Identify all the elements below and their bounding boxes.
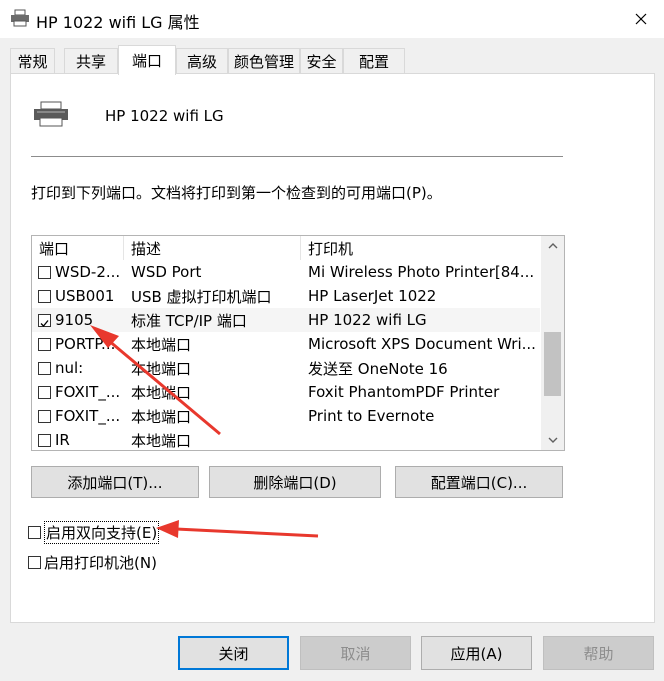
port-cell: FOXIT_... (55, 383, 121, 401)
printer-pooling-label: 启用打印机池(N) (44, 554, 157, 572)
tab-general[interactable]: 常规 (10, 48, 55, 74)
table-row[interactable]: USB001 USB 虚拟打印机端口 HP LaserJet 1022 (32, 284, 540, 308)
checkbox[interactable] (28, 556, 41, 569)
tab-ports[interactable]: 端口 (118, 45, 176, 75)
description-cell: 本地端口 (131, 383, 192, 402)
printer-cell: Foxit PhantomPDF Printer (308, 383, 500, 401)
port-cell: IR (55, 431, 70, 449)
close-icon[interactable] (626, 4, 656, 34)
printer-cell: 发送至 OneNote 16 (308, 359, 448, 378)
printer-cell: Print to Evernote (308, 407, 435, 425)
apply-button[interactable]: 应用(A) (421, 636, 532, 670)
scroll-up-icon[interactable] (541, 236, 564, 256)
bidirectional-support-checkbox[interactable]: 启用双向支持(E) (28, 521, 160, 544)
description-cell: 本地端口 (131, 359, 192, 378)
table-row[interactable]: IR 本地端口 (32, 428, 540, 450)
printer-cell: Mi Wireless Photo Printer[84... (308, 263, 535, 281)
help-button[interactable]: 帮助 (543, 636, 654, 670)
instruction-text: 打印到下列端口。文档将打印到第一个检查到的可用端口(P)。 (31, 184, 442, 202)
checkbox[interactable] (38, 290, 51, 303)
configure-port-button[interactable]: 配置端口(C)... (395, 466, 563, 498)
add-port-button[interactable]: 添加端口(T)... (31, 466, 199, 498)
close-button[interactable]: 关闭 (178, 636, 289, 670)
printer-cell: Microsoft XPS Document Wri... (308, 335, 536, 353)
description-cell: USB 虚拟打印机端口 (131, 287, 272, 306)
window-title: HP 1022 wifi LG 属性 (36, 13, 200, 32)
printer-name: HP 1022 wifi LG (105, 107, 224, 125)
table-row[interactable]: 9105 标准 TCP/IP 端口 HP 1022 wifi LG (32, 308, 540, 332)
cancel-button[interactable]: 取消 (300, 636, 411, 670)
checkbox[interactable] (28, 526, 41, 539)
printer-cell: HP 1022 wifi LG (308, 311, 427, 329)
tab-security[interactable]: 安全 (300, 48, 343, 74)
checkbox[interactable] (38, 338, 51, 351)
port-cell: PORTP... (55, 335, 116, 353)
description-cell: 本地端口 (131, 335, 192, 354)
port-cell: FOXIT_... (55, 407, 121, 425)
vertical-scrollbar[interactable] (541, 236, 564, 450)
tab-advanced[interactable]: 高级 (176, 48, 228, 74)
table-row[interactable]: nul: 本地端口 发送至 OneNote 16 (32, 356, 540, 380)
checkbox-checked[interactable] (38, 314, 51, 327)
printer-icon (11, 9, 29, 27)
checkbox[interactable] (38, 386, 51, 399)
checkbox[interactable] (38, 266, 51, 279)
title-bar: HP 1022 wifi LG 属性 (0, 0, 664, 38)
table-row[interactable]: FOXIT_... 本地端口 Print to Evernote (32, 404, 540, 428)
column-header-description[interactable]: 描述 (124, 236, 301, 260)
separator (31, 156, 563, 157)
printer-pooling-checkbox[interactable]: 启用打印机池(N) (28, 552, 157, 573)
checkbox[interactable] (38, 410, 51, 423)
printer-cell (308, 428, 538, 450)
column-header-printer[interactable]: 打印机 (301, 236, 540, 260)
tab-sharing[interactable]: 共享 (64, 48, 118, 74)
port-list[interactable]: 端口 描述 打印机 WSD-2... WSD Port Mi Wireless Ph… (31, 235, 565, 451)
column-header-port[interactable]: 端口 (32, 236, 124, 260)
checkbox[interactable] (38, 362, 51, 375)
description-cell: 本地端口 (131, 431, 192, 450)
tab-configuration[interactable]: 配置 (343, 48, 405, 74)
port-cell: WSD-2... (55, 263, 121, 281)
printer-icon (34, 101, 68, 127)
delete-port-button[interactable]: 删除端口(D) (209, 466, 381, 498)
port-list-header: 端口 描述 打印机 (32, 236, 540, 260)
scrollbar-thumb[interactable] (544, 332, 561, 396)
port-cell: nul: (55, 359, 84, 377)
table-row[interactable]: FOXIT_... 本地端口 Foxit PhantomPDF Printer (32, 380, 540, 404)
table-row[interactable]: WSD-2... WSD Port Mi Wireless Photo Printe… (32, 260, 540, 284)
checkmark-icon (40, 320, 49, 327)
bidirectional-support-label: 启用双向支持(E) (44, 521, 160, 544)
tab-strip: 常规 共享 端口 高级 颜色管理 安全 配置 (10, 45, 655, 75)
scroll-down-icon[interactable] (541, 430, 564, 450)
ports-tab-panel: HP 1022 wifi LG 打印到下列端口。文档将打印到第一个检查到的可用端… (10, 73, 655, 623)
checkbox[interactable] (38, 434, 51, 447)
description-cell: 标准 TCP/IP 端口 (131, 311, 247, 330)
description-cell: WSD Port (131, 263, 202, 281)
port-cell: USB001 (55, 287, 115, 305)
description-cell: 本地端口 (131, 407, 192, 426)
tab-color-management[interactable]: 颜色管理 (228, 48, 300, 74)
printer-cell: HP LaserJet 1022 (308, 287, 437, 305)
table-row[interactable]: PORTP... 本地端口 Microsoft XPS Document Wri..… (32, 332, 540, 356)
port-cell: 9105 (55, 311, 94, 329)
